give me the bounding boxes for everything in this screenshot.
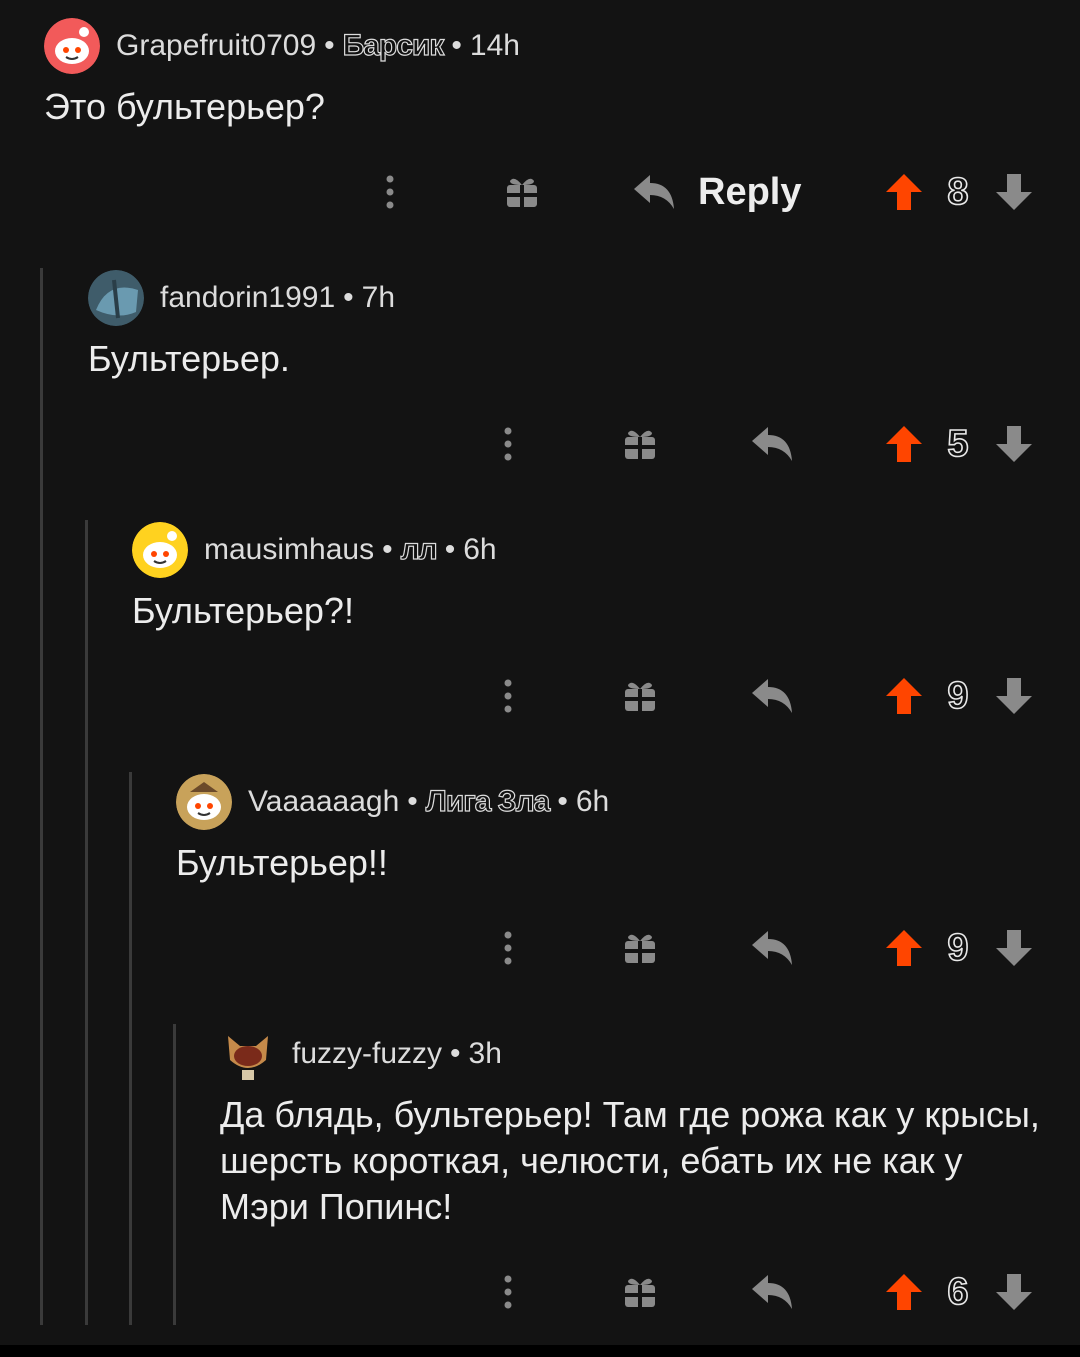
- username[interactable]: fandorin1991: [160, 281, 335, 315]
- downvote-icon: [996, 426, 1032, 462]
- upvote-button[interactable]: [884, 918, 924, 978]
- timestamp: 3h: [468, 1037, 502, 1070]
- score-value: 8: [947, 170, 970, 214]
- more-icon: [504, 1275, 512, 1309]
- more-icon: [504, 931, 512, 965]
- avatar[interactable]: [44, 18, 100, 74]
- username[interactable]: Grapefruit0709: [116, 29, 316, 63]
- score: 8: [938, 162, 978, 222]
- user-flair: лл: [400, 532, 438, 566]
- comment-text: Бультерьер?!: [132, 590, 354, 631]
- more-button[interactable]: [488, 918, 528, 978]
- award-button[interactable]: [620, 414, 660, 474]
- reply-icon: [634, 175, 674, 209]
- downvote-button[interactable]: [994, 918, 1034, 978]
- downvote-button[interactable]: [994, 414, 1034, 474]
- username[interactable]: fuzzy-fuzzy: [292, 1037, 442, 1071]
- comment-actions: Reply 8: [0, 162, 1080, 222]
- more-button[interactable]: [488, 414, 528, 474]
- comment-meta: fandorin1991 • 7h: [88, 270, 395, 326]
- comment-text: Да блядь, бультерьер! Там где рожа как у…: [220, 1094, 1040, 1227]
- reply-button[interactable]: [750, 918, 794, 978]
- comment-text: Это бультерьер?: [44, 86, 325, 127]
- award-button[interactable]: [620, 918, 660, 978]
- upvote-button[interactable]: [884, 1262, 924, 1322]
- comment-actions: 6: [0, 1262, 1080, 1322]
- downvote-button[interactable]: [994, 666, 1034, 726]
- more-icon: [504, 679, 512, 713]
- comment-meta: Vaaaaaagh • Лига Зла • 6h: [176, 774, 609, 830]
- score: 9: [938, 918, 978, 978]
- award-icon: [625, 1278, 655, 1307]
- reply-icon: [752, 679, 792, 713]
- comment-actions: 9: [0, 666, 1080, 726]
- username[interactable]: Vaaaaaagh: [248, 785, 399, 819]
- avatar[interactable]: [132, 522, 188, 578]
- score: 6: [938, 1262, 978, 1322]
- downvote-icon: [996, 678, 1032, 714]
- comment-text: Бультерьер!!: [176, 842, 388, 883]
- comment-meta: fuzzy-fuzzy • 3h: [220, 1026, 502, 1082]
- upvote-icon: [886, 930, 922, 966]
- score-value: 6: [947, 1270, 970, 1314]
- upvote-icon: [886, 1274, 922, 1310]
- downvote-icon: [996, 930, 1032, 966]
- timestamp: 14h: [469, 29, 520, 62]
- more-button[interactable]: [488, 1262, 528, 1322]
- award-button[interactable]: [620, 666, 660, 726]
- award-icon: [625, 682, 655, 711]
- more-button[interactable]: [370, 162, 410, 222]
- avatar[interactable]: [220, 1026, 276, 1082]
- thread-line-3[interactable]: [129, 772, 132, 1325]
- score: 9: [938, 666, 978, 726]
- comment-meta: Grapefruit0709 • Барсик • 14h: [44, 18, 520, 74]
- username[interactable]: mausimhaus: [204, 533, 374, 567]
- more-icon: [386, 175, 394, 209]
- upvote-button[interactable]: [884, 666, 924, 726]
- score: 5: [938, 414, 978, 474]
- award-button[interactable]: [502, 162, 542, 222]
- timestamp: 7h: [361, 281, 396, 314]
- reply-label: Reply: [698, 170, 802, 213]
- upvote-icon: [886, 174, 922, 210]
- upvote-button[interactable]: [884, 162, 924, 222]
- timestamp: 6h: [575, 785, 610, 818]
- award-icon: [625, 934, 655, 963]
- downvote-button[interactable]: [994, 1262, 1034, 1322]
- more-button[interactable]: [488, 666, 528, 726]
- award-icon: [507, 178, 537, 207]
- score-value: 9: [947, 674, 970, 718]
- reply-button[interactable]: Reply: [632, 162, 802, 222]
- comment-text: Бультерьер.: [88, 338, 290, 379]
- avatar[interactable]: [176, 774, 232, 830]
- downvote-button[interactable]: [994, 162, 1034, 222]
- reply-button[interactable]: [750, 666, 794, 726]
- reply-button[interactable]: [750, 414, 794, 474]
- award-icon: [625, 430, 655, 459]
- downvote-icon: [996, 1274, 1032, 1310]
- user-flair: Барсик: [342, 28, 445, 62]
- reply-icon: [752, 1275, 792, 1309]
- timestamp: 6h: [463, 533, 497, 566]
- score-value: 5: [947, 422, 970, 466]
- reply-icon: [752, 931, 792, 965]
- upvote-button[interactable]: [884, 414, 924, 474]
- upvote-icon: [886, 426, 922, 462]
- score-value: 9: [947, 926, 970, 970]
- reply-button[interactable]: [750, 1262, 794, 1322]
- avatar[interactable]: [88, 270, 144, 326]
- downvote-icon: [996, 174, 1032, 210]
- user-flair: Лига Зла: [425, 784, 551, 818]
- comment-meta: mausimhaus • лл • 6h: [132, 522, 497, 578]
- upvote-icon: [886, 678, 922, 714]
- bottom-bar: [0, 1345, 1080, 1357]
- comment-actions: 5: [0, 414, 1080, 474]
- reply-icon: [752, 427, 792, 461]
- award-button[interactable]: [620, 1262, 660, 1322]
- comment-actions: 9: [0, 918, 1080, 978]
- more-icon: [504, 427, 512, 461]
